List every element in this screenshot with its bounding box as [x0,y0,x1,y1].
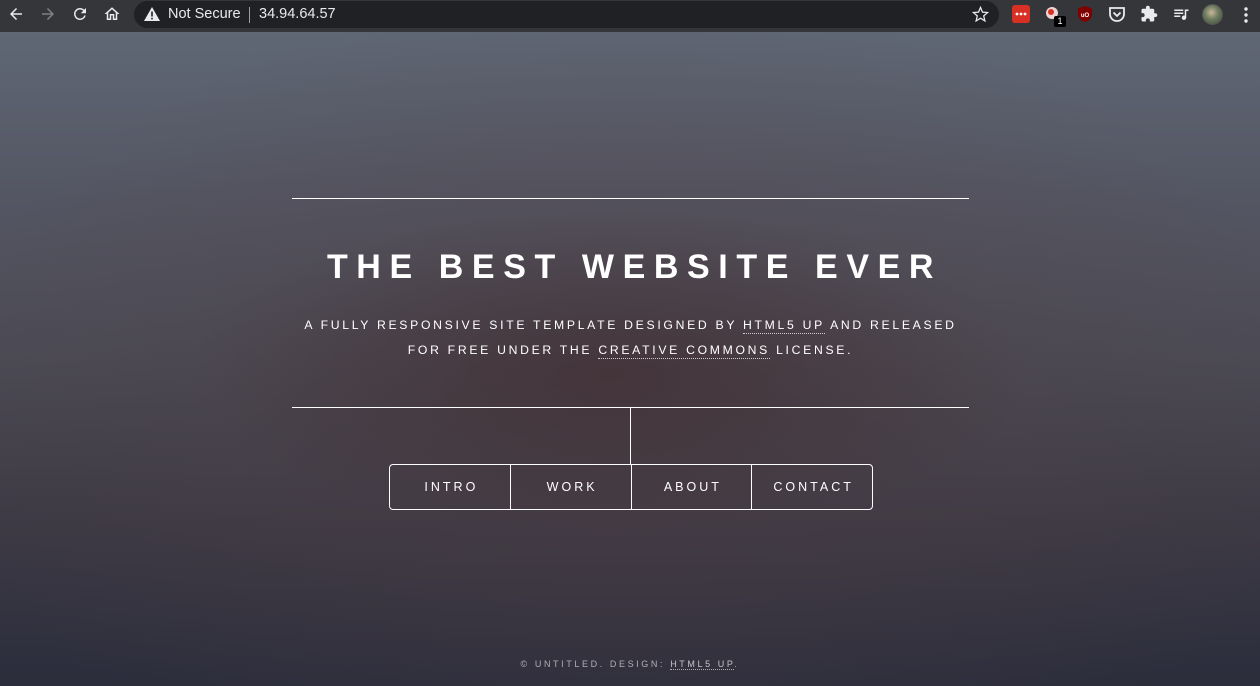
url-text[interactable]: 34.94.64.57 [259,6,336,22]
back-icon[interactable] [4,2,28,26]
footer-html5up-link[interactable]: HTML5 UP [670,659,735,670]
page-title: THE BEST WEBSITE EVER [326,248,943,286]
omnibox-divider [249,7,250,23]
warning-icon[interactable] [144,7,160,21]
nav-item-about[interactable]: ABOUT [632,465,753,509]
html5up-link[interactable]: HTML5 UP [743,318,825,334]
menu-icon[interactable] [1240,6,1252,24]
menu-connector-line [630,408,631,464]
address-bar[interactable]: Not Secure 34.94.64.57 [134,1,999,28]
nav-item-contact[interactable]: CONTACT [752,465,872,509]
nav-item-work[interactable]: WORK [511,465,632,509]
svg-text:uO: uO [1081,13,1090,19]
nav-item-intro[interactable]: INTRO [390,465,511,509]
bookmark-star-icon[interactable] [972,6,989,23]
extension-badge: 1 [1054,16,1066,27]
page-background: THE BEST WEBSITE EVER A FULLY RESPONSIVE… [0,32,1260,686]
home-icon[interactable] [100,2,124,26]
subtitle-text: FOR FREE UNDER THE [407,343,599,357]
profile-avatar[interactable] [1202,4,1223,25]
subtitle-text: LICENSE. [769,343,854,357]
main-nav: INTRO WORK ABOUT CONTACT [389,464,873,510]
puzzle-icon[interactable] [1140,5,1158,23]
subtitle-text: A FULLY RESPONSIVE SITE TEMPLATE DESIGNE… [304,318,744,332]
security-label[interactable]: Not Secure [168,6,241,22]
media-icon[interactable] [1172,5,1190,23]
footer-suffix: . [734,659,740,669]
creative-commons-link[interactable]: CREATIVE COMMONS [598,343,770,359]
pocket-icon[interactable] [1108,5,1126,23]
page-subtitle: A FULLY RESPONSIVE SITE TEMPLATE DESIGNE… [292,313,969,363]
forward-icon[interactable] [36,2,60,26]
footer-text: © UNTITLED. DESIGN: [520,659,671,669]
reload-icon[interactable] [68,2,92,26]
lastpass-extension-icon[interactable] [1012,5,1030,23]
subtitle-text: AND RELEASED [824,318,957,332]
top-divider [292,198,969,199]
browser-toolbar: Not Secure 34.94.64.57 1 uO [0,0,1260,32]
ublock-origin-icon[interactable]: uO [1076,5,1094,23]
footer: © UNTITLED. DESIGN: HTML5 UP. [0,659,1260,670]
